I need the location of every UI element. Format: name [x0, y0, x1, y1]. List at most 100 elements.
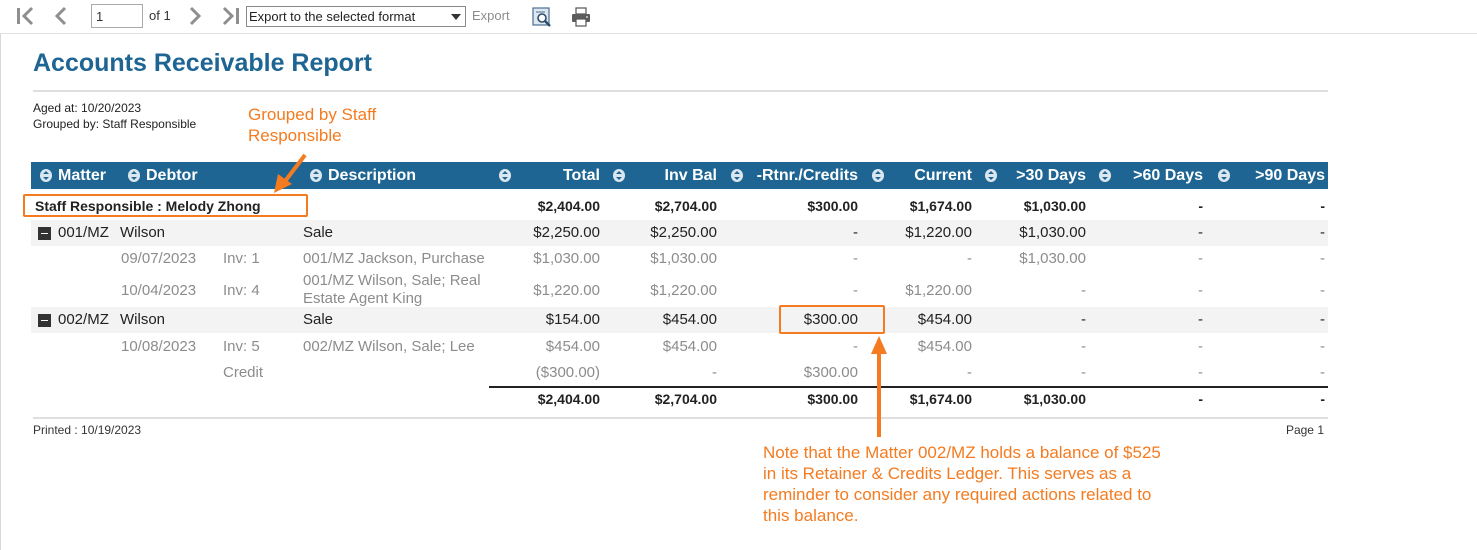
table-row: 002/MZ Wilson Sale $154.00 $454.00 $300.… [31, 307, 1328, 333]
days-30: $1,030.00 [1019, 250, 1086, 267]
group-highlight-box [23, 194, 308, 217]
sort-icon[interactable] [731, 169, 743, 182]
sort-icon[interactable] [872, 169, 884, 182]
page-count-label: of 1 [149, 8, 171, 23]
column-header-current[interactable]: Current [886, 162, 972, 189]
days-30: - [1081, 311, 1086, 328]
description: Sale [303, 224, 334, 241]
group-credits: $300.00 [807, 198, 858, 214]
matter-id: 002/MZ [58, 311, 109, 328]
sort-icon[interactable] [128, 169, 140, 182]
days-90: - [1320, 364, 1325, 381]
days-30: - [1081, 364, 1086, 381]
invoice-date: 10/08/2023 [121, 338, 197, 355]
sort-icon[interactable] [985, 169, 997, 182]
invoice-number: Credit [223, 364, 264, 381]
credits: - [853, 250, 858, 267]
grand-current: $1,674.00 [909, 391, 972, 407]
invoice-number: Inv: 1 [223, 250, 260, 267]
line-description: 002/MZ Wilson, Sale; Lee [303, 338, 475, 355]
column-header-description[interactable]: Description [328, 162, 416, 189]
column-header-30-days[interactable]: >30 Days [999, 162, 1086, 189]
printed-date: Printed : 10/19/2023 [33, 423, 142, 437]
column-header-inv-bal[interactable]: Inv Bal [627, 162, 717, 189]
credit-highlight-box [779, 305, 885, 334]
current: - [967, 250, 972, 267]
column-header-90-days[interactable]: >90 Days [1232, 162, 1325, 189]
inv-bal: $1,220.00 [650, 282, 717, 299]
page-number: Page 1 [1285, 423, 1324, 437]
list-item: 09/07/2023 Inv: 1 001/MZ Jackson, Purcha… [31, 248, 1328, 270]
description: Sale [303, 311, 334, 328]
column-header-debtor[interactable]: Debtor [146, 162, 198, 189]
invoice-number: Inv: 5 [223, 338, 260, 355]
days-60: - [1198, 282, 1203, 299]
next-page-icon[interactable] [183, 4, 207, 28]
grand-90-days: - [1320, 391, 1325, 407]
current: $1,220.00 [905, 282, 972, 299]
note-annotation: Note that the Matter 002/MZ holds a bala… [763, 442, 1161, 526]
annotation-line: Grouped by Staff [248, 105, 377, 124]
current: - [967, 364, 972, 381]
group-current: $1,674.00 [909, 198, 972, 214]
report-toolbar: of 1 Export to the selected format Expor… [0, 0, 1477, 34]
debtor-name: Wilson [120, 224, 166, 241]
credits: - [853, 282, 858, 299]
print-icon[interactable] [569, 5, 593, 29]
group-total: $2,404.00 [537, 198, 600, 214]
inv-bal: - [712, 364, 717, 381]
column-header-credits[interactable]: -Rtnr./Credits [743, 162, 858, 189]
column-header-60-days[interactable]: >60 Days [1113, 162, 1203, 189]
group-inv-bal: $2,704.00 [654, 198, 717, 214]
column-header-matter[interactable]: Matter [58, 162, 106, 189]
table-header: Matter Debtor Description Total Inv Bal … [31, 162, 1328, 189]
invoice-date: 10/04/2023 [121, 282, 197, 299]
collapse-icon[interactable] [38, 227, 51, 240]
sort-icon[interactable] [499, 169, 511, 182]
chevron-down-icon [451, 14, 461, 20]
group-60-days: - [1198, 198, 1203, 214]
list-item: 10/08/2023 Inv: 5 002/MZ Wilson, Sale; L… [31, 336, 1328, 358]
table-row: 001/MZ Wilson Sale $2,250.00 $2,250.00 -… [31, 220, 1328, 246]
sort-icon[interactable] [310, 169, 322, 182]
inv-bal: $1,030.00 [650, 250, 717, 267]
export-format-select[interactable]: Export to the selected format [246, 6, 466, 27]
grand-inv-bal: $2,704.00 [654, 391, 717, 407]
sort-icon[interactable] [1099, 169, 1111, 182]
days-60: - [1198, 338, 1203, 355]
matter-id: 001/MZ [58, 224, 109, 241]
page-number-input[interactable] [91, 4, 143, 28]
days-30: - [1081, 282, 1086, 299]
totals-row: $2,404.00 $2,704.00 $300.00 $1,674.00 $1… [31, 386, 1328, 412]
sort-icon[interactable] [613, 169, 625, 182]
days-90: - [1320, 311, 1325, 328]
first-page-icon[interactable] [13, 4, 37, 28]
sort-icon[interactable] [1218, 169, 1230, 182]
annotation-line: in its Retainer & Credits Ledger. This s… [763, 464, 1132, 483]
preview-icon[interactable] [530, 5, 554, 29]
last-page-icon[interactable] [219, 4, 243, 28]
total: $2,250.00 [533, 224, 600, 241]
list-item: 10/04/2023 Inv: 4 001/MZ Wilson, Sale; R… [31, 272, 1328, 307]
collapse-icon[interactable] [38, 314, 51, 327]
footer-divider [33, 417, 1328, 419]
days-60: - [1198, 224, 1203, 241]
days-90: - [1320, 338, 1325, 355]
prev-page-icon[interactable] [49, 4, 73, 28]
column-header-total[interactable]: Total [511, 162, 600, 189]
total: $1,030.00 [533, 250, 600, 267]
days-90: - [1320, 250, 1325, 267]
total: $454.00 [545, 338, 600, 355]
group-30-days: $1,030.00 [1023, 198, 1086, 214]
sort-icon[interactable] [40, 169, 52, 182]
export-format-value: Export to the selected format [249, 9, 416, 24]
days-60: - [1198, 364, 1203, 381]
export-button[interactable]: Export [472, 8, 510, 23]
invoice-number: Inv: 4 [223, 282, 260, 299]
days-60: - [1198, 311, 1203, 328]
line-description: Estate Agent King [303, 290, 423, 307]
line-description: 001/MZ Wilson, Sale; Real [303, 272, 481, 289]
inv-bal: $454.00 [662, 311, 717, 328]
days-30: - [1081, 338, 1086, 355]
report-title: Accounts Receivable Report [33, 49, 372, 77]
